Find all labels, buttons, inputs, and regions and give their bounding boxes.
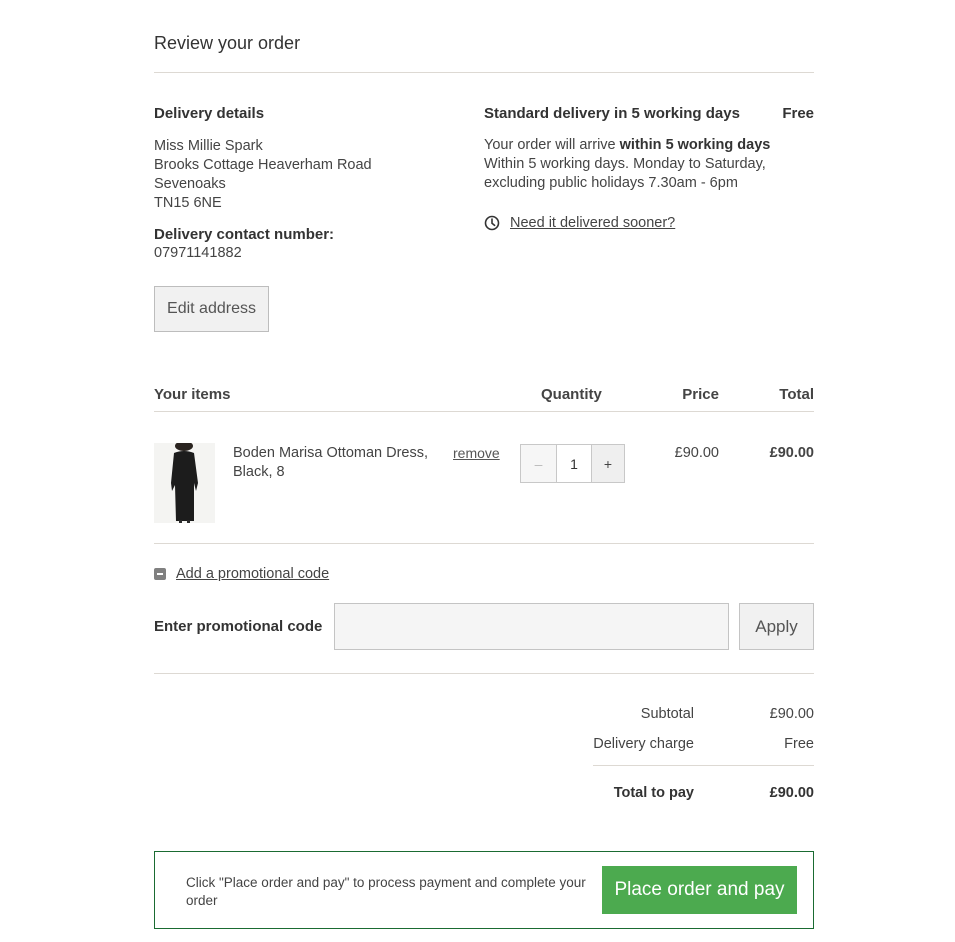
decrement-button[interactable]: – <box>521 445 557 482</box>
contact-number-label: Delivery contact number: <box>154 226 335 243</box>
divider <box>154 543 814 544</box>
item-total: £90.00 <box>769 445 814 461</box>
subtotal-label: Subtotal <box>640 706 694 722</box>
table-row: Boden Marisa Ottoman Dress, Black, 8 rem… <box>154 443 814 525</box>
apply-promo-button[interactable]: Apply <box>739 603 814 650</box>
dress-image-icon <box>154 443 215 523</box>
product-image[interactable] <box>154 443 215 523</box>
delivery-option-description: Your order will arrive within 5 working … <box>484 136 814 193</box>
header-price: Price <box>682 386 719 403</box>
contact-number: 07971141882 <box>154 245 242 261</box>
delivery-charge-value: Free <box>784 736 814 752</box>
add-promo-code-link[interactable]: Add a promotional code <box>176 566 329 582</box>
address-town: Sevenoaks <box>154 176 226 192</box>
page-title: Review your order <box>154 33 301 53</box>
delivery-charge-label: Delivery charge <box>593 736 694 752</box>
increment-button[interactable]: + <box>592 445 624 482</box>
promo-code-label: Enter promotional code <box>154 618 323 635</box>
address-postcode: TN15 6NE <box>154 195 222 211</box>
delivery-details: Delivery details Miss Millie Spark Brook… <box>154 105 454 263</box>
header-total: Total <box>779 386 814 403</box>
address-name: Miss Millie Spark <box>154 138 263 154</box>
delivery-option: Standard delivery in 5 working days Free… <box>484 105 814 231</box>
quantity-stepper: – 1 + <box>520 444 625 483</box>
delivery-option-details: Within 5 working days. Monday to Saturda… <box>484 156 766 191</box>
divider <box>593 765 814 766</box>
header-items: Your items <box>154 386 231 403</box>
header-quantity: Quantity <box>541 386 602 403</box>
subtotal-value: £90.00 <box>769 706 814 722</box>
delivered-sooner: Need it delivered sooner? <box>484 215 814 231</box>
promo-toggle[interactable]: Add a promotional code <box>154 566 329 582</box>
delivery-option-title: Standard delivery in 5 working days <box>484 105 740 122</box>
items-table-header: Your items Quantity Price Total <box>154 386 814 406</box>
promo-code-input[interactable] <box>334 603 729 650</box>
arrive-prefix: Your order will arrive <box>484 137 620 153</box>
item-price: £90.00 <box>674 445 719 461</box>
product-name[interactable]: Boden Marisa Ottoman Dress, Black, 8 <box>233 444 443 482</box>
total-label: Total to pay <box>613 785 694 801</box>
arrive-bold: within 5 working days <box>619 137 771 153</box>
delivered-sooner-link[interactable]: Need it delivered sooner? <box>510 215 675 231</box>
divider <box>154 673 814 674</box>
place-order-panel: Click "Place order and pay" to process p… <box>154 851 814 929</box>
divider <box>154 72 814 73</box>
quantity-input[interactable]: 1 <box>557 445 592 482</box>
minus-square-icon[interactable] <box>154 568 166 580</box>
clock-icon <box>484 215 500 231</box>
address-street: Brooks Cottage Heaverham Road <box>154 157 372 173</box>
place-order-instruction: Click "Place order and pay" to process p… <box>186 875 586 908</box>
remove-item-link[interactable]: remove <box>453 445 500 461</box>
divider <box>154 411 814 412</box>
delivery-option-price: Free <box>782 105 814 122</box>
total-value: £90.00 <box>769 785 814 801</box>
delivery-address: Miss Millie Spark Brooks Cottage Heaverh… <box>154 137 454 213</box>
place-order-button[interactable]: Place order and pay <box>602 866 797 914</box>
delivery-details-heading: Delivery details <box>154 105 265 122</box>
edit-address-button[interactable]: Edit address <box>154 286 269 332</box>
